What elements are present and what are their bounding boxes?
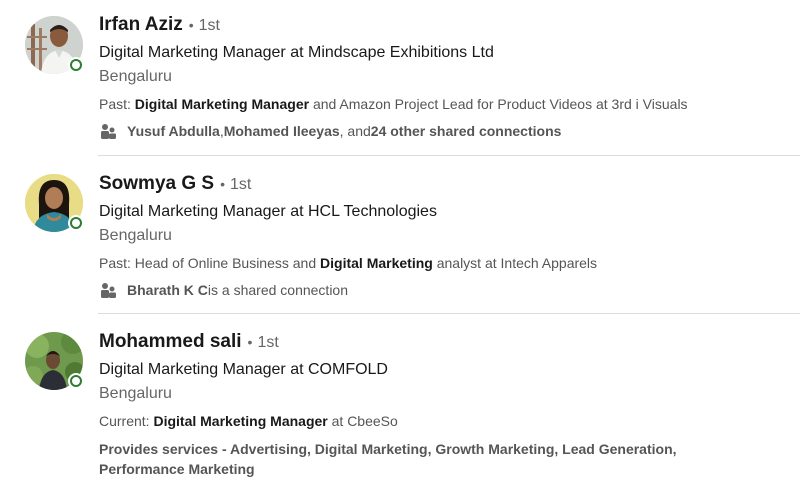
separator-dot: •: [188, 17, 194, 33]
summary-prefix: Current:: [99, 413, 154, 429]
and-text: , and: [339, 123, 371, 139]
headline: Digital Marketing Manager at Mindscape E…: [99, 44, 494, 61]
avatar[interactable]: [25, 332, 84, 390]
summary-suffix: and Amazon Project Lead for Product Vide…: [309, 96, 688, 112]
result-content: Sowmya G S • 1st Digital Marketing Manag…: [99, 173, 790, 300]
separator-dot: •: [247, 334, 253, 350]
search-result-item[interactable]: Mohammed sali • 1st Digital Marketing Ma…: [0, 315, 800, 491]
services-text: Provides services - Advertising, Digital…: [99, 441, 677, 477]
shared-connections[interactable]: Yusuf Abdulla, Mohamed Ileeyas, and 24 o…: [99, 121, 790, 141]
divider: [98, 155, 800, 156]
summary-suffix: at CbeeSo: [327, 413, 398, 429]
connection-degree: 1st: [198, 17, 220, 34]
profile-name-link[interactable]: Mohammed sali: [99, 331, 242, 353]
summary: Past: Head of Online Business and Digita…: [99, 255, 790, 275]
online-status-icon: [68, 215, 84, 231]
name-line: Mohammed sali • 1st: [99, 331, 790, 359]
summary-highlight: Digital Marketing Manager: [134, 96, 310, 112]
result-content: Mohammed sali • 1st Digital Marketing Ma…: [99, 331, 790, 479]
shared-connections[interactable]: Bharath K C is a shared connection: [99, 280, 790, 300]
search-result-item[interactable]: Irfan Aziz • 1st Digital Marketing Manag…: [0, 0, 800, 156]
summary-highlight: Digital Marketing Manager: [153, 413, 328, 429]
online-status-icon: [68, 373, 84, 389]
avatar[interactable]: [25, 16, 84, 74]
profile-name-link[interactable]: Sowmya G S: [99, 173, 214, 195]
people-icon: [101, 124, 116, 139]
shared-connection-name-1[interactable]: Bharath K C: [127, 282, 208, 298]
connection-degree: 1st: [230, 176, 252, 193]
summary: Current: Digital Marketing Manager at Cb…: [99, 413, 790, 433]
headline: Digital Marketing Manager at COMFOLD: [99, 361, 388, 378]
divider: [98, 313, 800, 314]
headline: Digital Marketing Manager at HCL Technol…: [99, 203, 437, 220]
summary-highlight: Digital Marketing: [320, 255, 433, 271]
connection-degree: 1st: [257, 334, 279, 351]
online-status-icon: [68, 57, 84, 73]
summary-prefix: Past:: [99, 96, 135, 112]
summary-prefix: Past: Head of Online Business and: [99, 255, 321, 271]
location: Bengaluru: [99, 385, 172, 402]
profile-name-link[interactable]: Irfan Aziz: [99, 14, 183, 36]
people-icon: [101, 283, 116, 298]
location: Bengaluru: [99, 68, 172, 85]
name-line: Irfan Aziz • 1st: [99, 14, 790, 42]
search-result-item[interactable]: Sowmya G S • 1st Digital Marketing Manag…: [0, 157, 800, 313]
shared-connection-name-2[interactable]: Mohamed Ileeyas: [224, 123, 340, 139]
shared-connection-count[interactable]: 24 other shared connections: [371, 123, 562, 139]
shared-connection-name-1[interactable]: Yusuf Abdulla: [127, 123, 220, 139]
summary: Past: Digital Marketing Manager and Amaz…: [99, 96, 790, 116]
avatar[interactable]: [25, 174, 84, 232]
summary-suffix: analyst at Intech Apparels: [432, 255, 598, 271]
name-line: Sowmya G S • 1st: [99, 173, 790, 201]
separator-dot: •: [220, 176, 226, 192]
location: Bengaluru: [99, 227, 172, 244]
result-content: Irfan Aziz • 1st Digital Marketing Manag…: [99, 14, 790, 141]
shared-connection-text: is a shared connection: [207, 282, 348, 298]
